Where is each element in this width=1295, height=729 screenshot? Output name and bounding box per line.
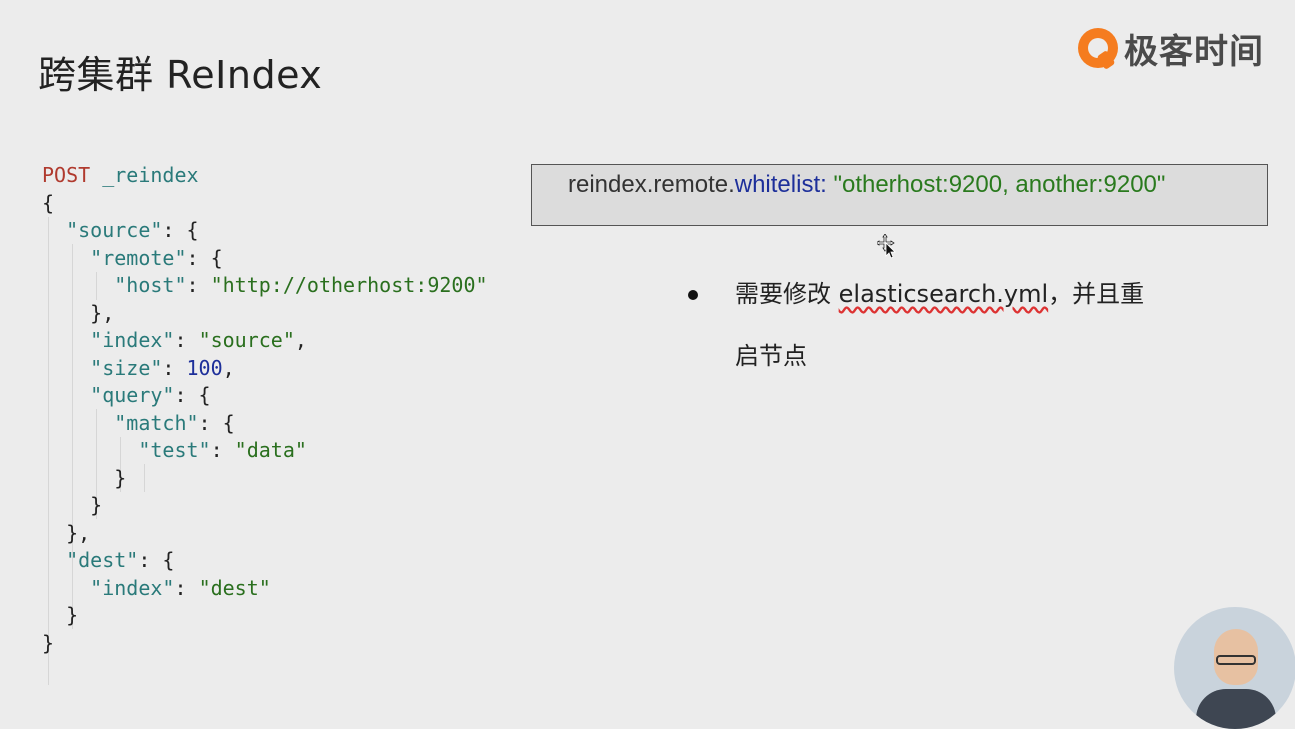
code-line: }: [42, 465, 127, 490]
code-line: "test": "data": [138, 438, 307, 462]
code-line: "match": {: [114, 410, 235, 435]
slide-title: 跨集群 ReIndex: [38, 53, 323, 97]
http-method: POST: [42, 163, 91, 187]
code-line: },: [42, 300, 115, 325]
config-key-name: whitelist:: [734, 171, 827, 198]
note-line-1: 需要修改 elasticsearch.yml，并且重: [735, 279, 1144, 309]
code-line: "index": "dest": [90, 575, 271, 600]
code-line: "index": "source",: [90, 328, 307, 352]
brand-logo: 极客时间: [1078, 24, 1264, 72]
bullet-point: [688, 290, 698, 300]
note-prefix: 需要修改: [735, 280, 839, 308]
whitelist-config-box: reindex.remote.whitelist: "otherhost:920…: [531, 164, 1268, 226]
code-line: "dest": {: [66, 548, 175, 572]
logo-icon: [1078, 28, 1118, 70]
code-line-request: POST _reindex: [42, 162, 488, 190]
config-value: "otherhost:9200, another:9200": [826, 171, 1166, 198]
presenter-avatar: [1174, 607, 1295, 729]
code-line: }: [42, 493, 103, 517]
code-line: {: [42, 190, 55, 215]
code-block: POST _reindex { "source": { "remote": { …: [42, 162, 488, 685]
note-line-2: 启节点: [735, 342, 807, 370]
whitelist-config-text: reindex.remote.whitelist: "otherhost:920…: [568, 170, 1165, 200]
code-line: "size": 100,: [90, 355, 235, 380]
logo-text: 极客时间: [1124, 31, 1264, 72]
code-line: "source": {: [66, 218, 199, 242]
code-line: "remote": {: [90, 245, 223, 270]
code-line: }: [42, 630, 55, 655]
code-line: }: [42, 603, 79, 627]
code-line: "host": "http://otherhost:9200": [114, 273, 488, 297]
code-line: },: [42, 520, 91, 545]
api-path: _reindex: [102, 163, 199, 187]
note-suffix: ，并且重: [1048, 280, 1145, 308]
config-key-prefix: reindex.remote.: [568, 171, 735, 198]
note-filename: elasticsearch.yml: [838, 280, 1049, 308]
move-cursor-icon: [877, 234, 896, 258]
code-line: "query": {: [90, 383, 211, 407]
